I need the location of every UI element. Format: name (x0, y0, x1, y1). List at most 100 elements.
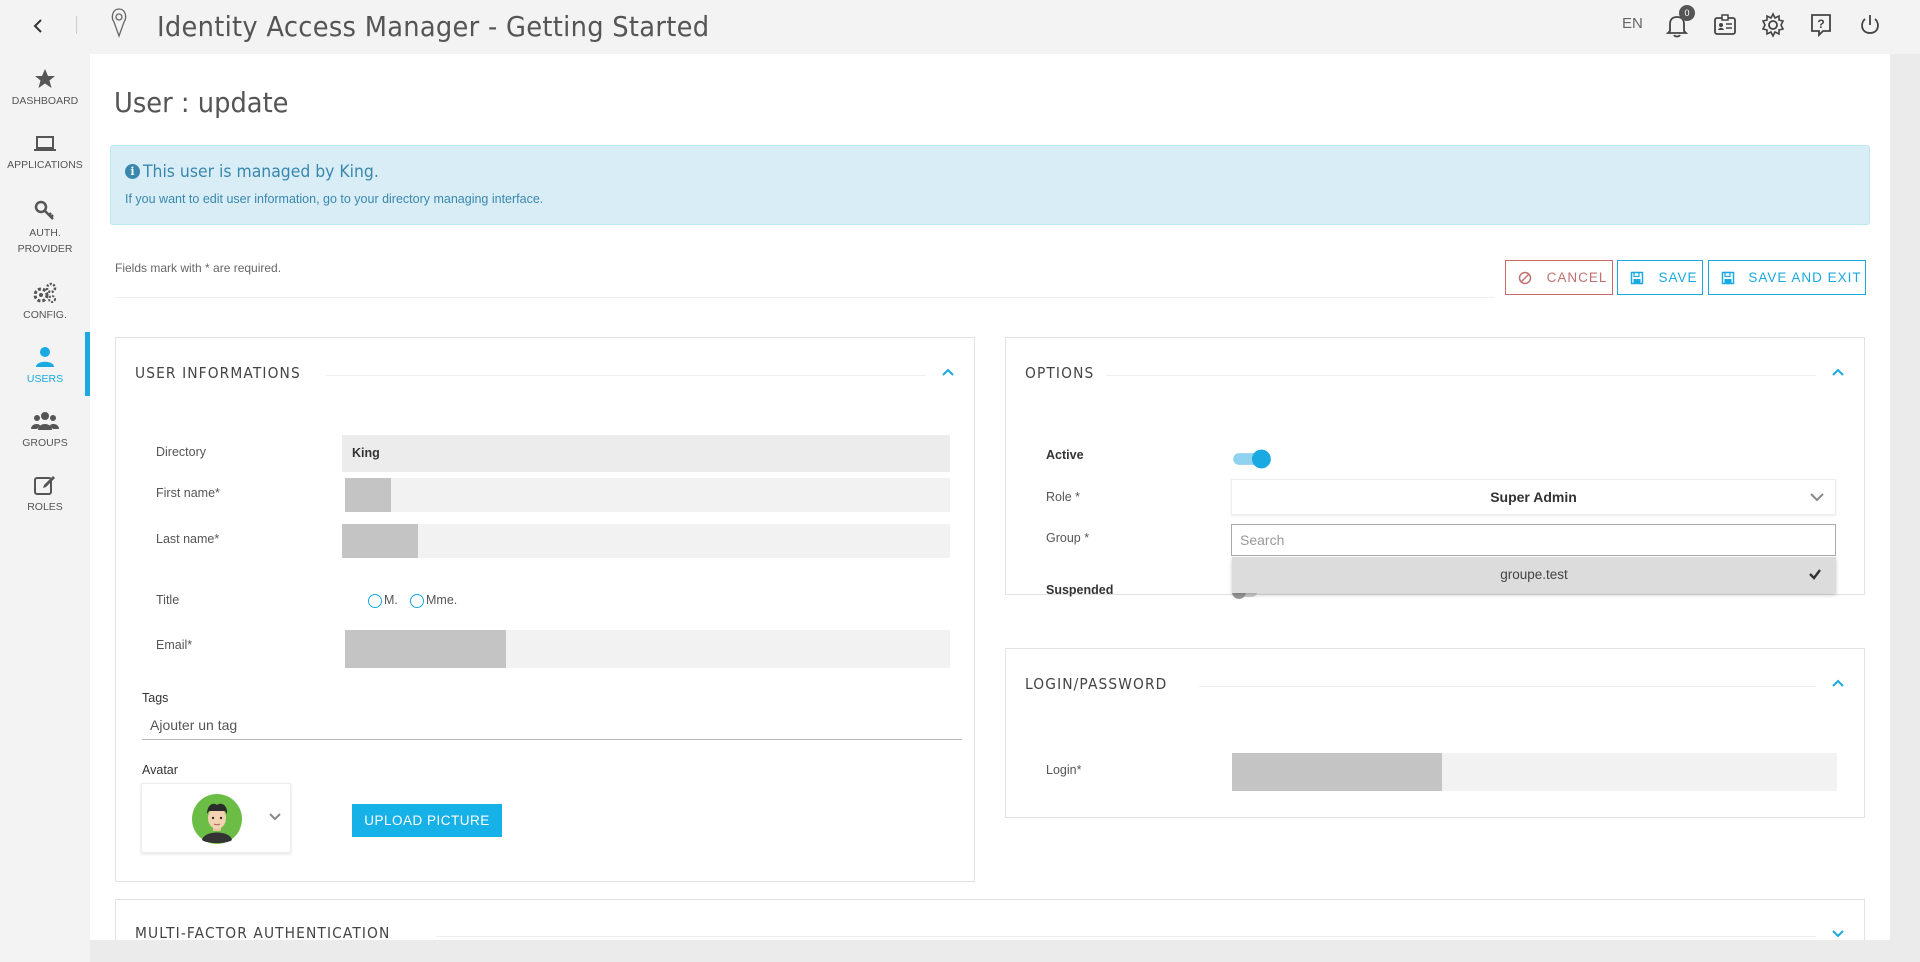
chevron-down-icon (269, 813, 281, 821)
sidebar-item-label: CONFIG. (23, 309, 67, 321)
svg-text:?: ? (1817, 17, 1824, 31)
info-alert: i This user is managed by King. If you w… (110, 145, 1870, 225)
panel-title: OPTIONS (1025, 364, 1095, 382)
chevron-up-icon[interactable] (940, 365, 956, 379)
required-note: Fields mark with * are required. (115, 261, 282, 275)
save-and-exit-label: SAVE AND EXIT (1748, 270, 1862, 285)
ban-icon (1518, 271, 1532, 285)
key-icon (34, 200, 54, 220)
power-icon[interactable] (1855, 10, 1885, 40)
group-search-input[interactable] (1231, 524, 1836, 556)
sidebar-item-label: ROLES (27, 501, 63, 513)
sidebar-item-dashboard[interactable]: DASHBOARD (0, 68, 90, 109)
sidebar-item-users[interactable]: USERS (0, 346, 90, 387)
save-and-exit-button[interactable]: SAVE AND EXIT (1708, 260, 1866, 295)
last-name-field[interactable] (342, 524, 950, 558)
group-dropdown: groupe.test (1232, 557, 1836, 593)
laptop-icon (34, 136, 56, 151)
group-icon (31, 412, 59, 430)
user-informations-panel: USER INFORMATIONS Directory King First n… (115, 337, 975, 882)
chevron-up-icon[interactable] (1830, 365, 1846, 379)
back-arrow-icon[interactable] (24, 12, 52, 40)
sidebar-item-label: DASHBOARD (11, 95, 79, 107)
sidebar-item-label: GROUPS (22, 437, 68, 449)
sidebar-item-label: APPLICATIONS (7, 159, 83, 171)
gears-icon (33, 282, 57, 303)
avatar-selector[interactable] (141, 783, 291, 853)
panel-title: LOGIN/PASSWORD (1025, 675, 1168, 693)
save-button[interactable]: SAVE (1617, 260, 1703, 295)
redacted-value (345, 630, 506, 668)
chevron-down-icon (1810, 493, 1824, 502)
check-icon (1809, 569, 1821, 580)
group-option[interactable]: groupe.test (1232, 567, 1836, 582)
email-label: Email* (156, 638, 193, 652)
divider (1106, 375, 1816, 376)
panel-title: USER INFORMATIONS (135, 364, 301, 382)
sidebar-item-label: PROVIDER (17, 243, 73, 255)
sidebar-item-applications[interactable]: APPLICATIONS (0, 134, 90, 173)
suspended-label: Suspended (1046, 583, 1114, 597)
divider (436, 936, 1816, 937)
user-icon (36, 347, 54, 367)
title-option-m: M. (384, 593, 398, 607)
floppy-icon (1721, 271, 1735, 285)
cancel-button[interactable]: CANCEL (1505, 260, 1613, 295)
sidebar-item-label: AUTH. (29, 227, 61, 239)
sidebar-item-groups[interactable]: GROUPS (0, 410, 90, 451)
divider (115, 297, 1495, 298)
redacted-value (342, 524, 418, 558)
title-option-mme: Mme. (426, 593, 458, 607)
chevron-down-icon[interactable] (1830, 927, 1846, 940)
title-radio-mme[interactable] (410, 594, 424, 608)
sidebar-item-label: USERS (26, 373, 64, 385)
notification-badge: 0 (1679, 5, 1695, 21)
first-name-label: First name* (156, 486, 220, 500)
divider (1199, 686, 1816, 687)
sidebar-item-roles[interactable]: ROLES (0, 474, 90, 515)
avatar-label: Avatar (142, 763, 178, 777)
first-name-field[interactable] (345, 478, 950, 512)
sidebar: DASHBOARD APPLICATIONS AUTH. PROVIDER CO… (0, 54, 90, 962)
options-panel: OPTIONS Active Role * Super Admin Group … (1005, 337, 1865, 599)
directory-value: King (352, 446, 380, 460)
sidebar-item-config[interactable]: CONFIG. (0, 282, 90, 323)
logo-icon (111, 8, 127, 38)
upload-picture-button[interactable]: UPLOAD PICTURE (352, 804, 502, 837)
help-icon[interactable]: ? (1806, 10, 1836, 40)
floppy-icon (1630, 271, 1644, 285)
email-field[interactable] (345, 630, 950, 668)
chevron-up-icon[interactable] (1830, 676, 1846, 690)
cancel-label: CANCEL (1546, 270, 1608, 285)
last-name-label: Last name* (156, 532, 220, 546)
edit-icon (34, 476, 55, 495)
info-icon: i (125, 164, 140, 179)
active-label: Active (1046, 448, 1084, 462)
save-label: SAVE (1658, 270, 1698, 285)
tags-label: Tags (142, 691, 169, 705)
title-radio-m[interactable] (368, 594, 382, 608)
gear-icon[interactable] (1758, 10, 1788, 40)
language-selector[interactable]: EN (1622, 15, 1643, 32)
title-label: Title (156, 593, 180, 607)
redacted-value (1232, 753, 1442, 791)
mfa-panel: MULTI-FACTOR AUTHENTICATION (115, 899, 1865, 940)
role-label: Role * (1046, 490, 1081, 504)
role-select[interactable]: Super Admin (1231, 479, 1836, 515)
alert-title: This user is managed by King. (143, 162, 379, 182)
top-bar: Identity Access Manager - Getting Starte… (0, 0, 1920, 54)
login-field[interactable] (1232, 753, 1837, 791)
tags-input[interactable] (142, 710, 962, 740)
group-label: Group * (1046, 531, 1090, 545)
divider (326, 375, 926, 376)
avatar (192, 794, 242, 844)
role-value: Super Admin (1490, 489, 1577, 505)
page-title: User : update (114, 86, 289, 119)
active-toggle[interactable] (1232, 446, 1272, 472)
login-password-panel: LOGIN/PASSWORD Login* (1005, 648, 1865, 818)
redacted-value (345, 478, 391, 512)
main-content: User : update i This user is managed by … (90, 54, 1890, 940)
sidebar-item-auth-provider[interactable]: AUTH. PROVIDER (0, 200, 90, 257)
id-card-icon[interactable] (1710, 10, 1740, 40)
topbar-divider (76, 16, 77, 34)
